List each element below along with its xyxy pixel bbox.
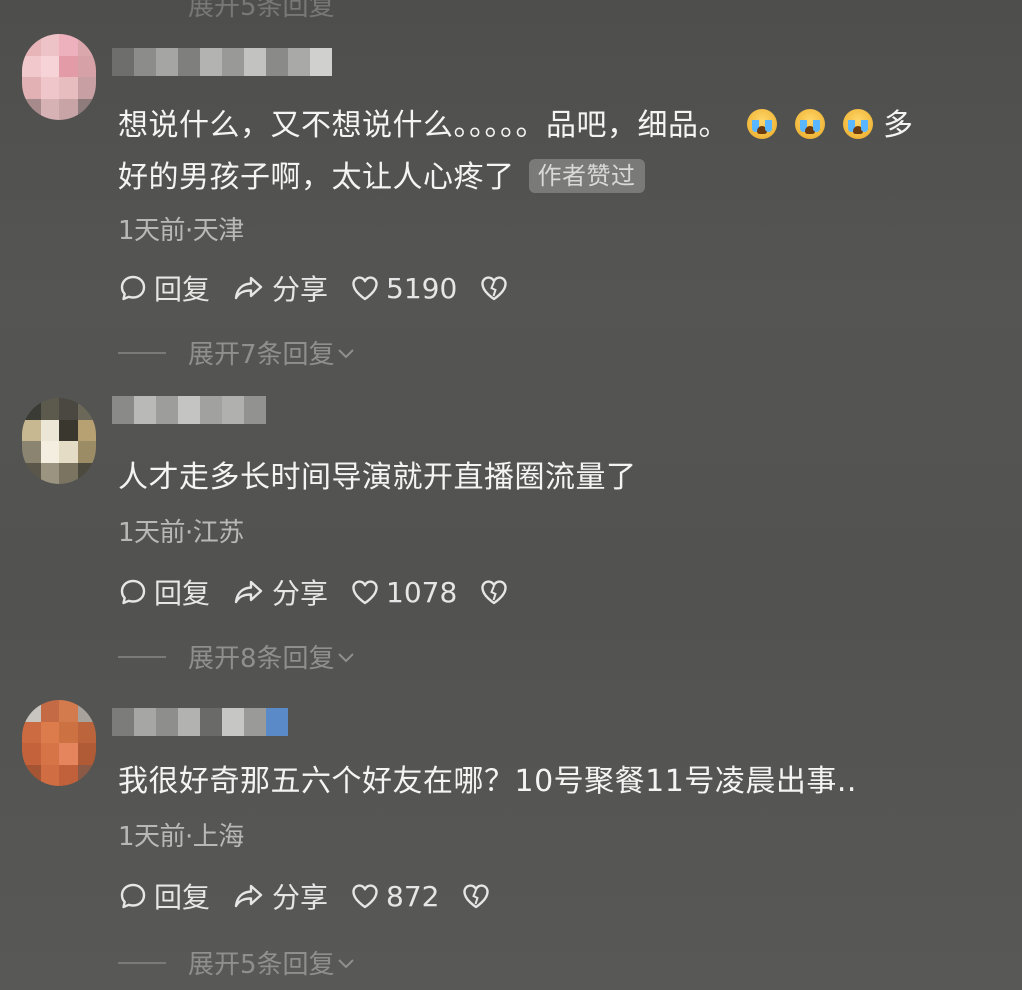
comment-text-line1: 我很好奇那五六个好友在哪？10号聚餐11号凌晨出事..: [118, 764, 857, 799]
username-blurred[interactable]: [112, 48, 332, 76]
like-count: 5190: [386, 271, 458, 305]
like-count: 1078: [386, 575, 458, 609]
share-label: 分享: [272, 881, 329, 914]
comment-meta: 1天前·天津: [118, 216, 244, 246]
expand-replies[interactable]: 展开8条回复: [118, 638, 357, 675]
expand-replies[interactable]: 展开7条回复: [118, 334, 357, 371]
crying-face-icon: [747, 109, 777, 139]
reply-button[interactable]: 回复: [118, 268, 210, 308]
broken-heart-icon: [463, 884, 490, 909]
divider-dash: [118, 961, 166, 964]
heart-icon: [352, 884, 378, 909]
share-button[interactable]: 分享: [232, 876, 328, 916]
avatar[interactable]: [22, 398, 96, 484]
chevron-down-icon: [337, 348, 354, 358]
author-liked-badge: 作者赞过: [528, 159, 645, 193]
comment-bubble-icon: [120, 883, 146, 909]
comment-meta: 1天前·江苏: [118, 518, 244, 548]
comment-meta: 1天前·上海: [118, 822, 244, 852]
comment-text-overflow: 多: [883, 108, 914, 143]
comment-text: 想说什么，又不想说什么。。。。。品吧，细品。 多 好的男孩子啊，太让人心疼了 作者赞…: [118, 100, 914, 204]
crying-face-icon: [843, 109, 873, 139]
like-button[interactable]: 1078: [350, 576, 457, 609]
avatar[interactable]: [22, 700, 96, 786]
reply-button[interactable]: 回复: [118, 572, 210, 612]
reply-label: 回复: [154, 881, 211, 914]
reply-label: 回复: [154, 577, 211, 610]
username-blurred[interactable]: [112, 396, 266, 424]
divider-dash: [118, 655, 166, 658]
comment-actions: 回复 分享 5190: [118, 268, 537, 308]
like-button[interactable]: 872: [350, 880, 439, 913]
expand-replies-label: 展开5条回复: [188, 950, 335, 980]
divider-dash: [118, 351, 166, 354]
comment-bubble-icon: [120, 579, 146, 605]
avatar[interactable]: [22, 34, 96, 120]
share-button[interactable]: 分享: [232, 268, 328, 308]
comment-actions: 回复 分享 1078: [118, 572, 537, 612]
comment-text: 人才走多长时间导演就开直播圈流量了: [118, 452, 637, 504]
chevron-down-icon: [337, 958, 354, 968]
comment-text-line1: 人才走多长时间导演就开直播圈流量了: [118, 460, 637, 495]
comment-text: 我很好奇那五六个好友在哪？10号聚餐11号凌晨出事..: [118, 756, 857, 808]
comment-text-line1: 想说什么，又不想说什么。。。。。品吧，细品。: [118, 108, 729, 143]
reply-label: 回复: [154, 273, 211, 306]
dislike-button[interactable]: [479, 577, 515, 607]
comment-text-line2: 好的男孩子啊，太让人心疼了: [118, 160, 515, 195]
comment-actions: 回复 分享 872: [118, 876, 519, 916]
share-arrow-icon: [234, 884, 263, 908]
like-button[interactable]: 5190: [350, 272, 457, 305]
expand-replies-label: 展开8条回复: [188, 644, 335, 674]
username-blurred[interactable]: [112, 708, 288, 736]
expand-replies[interactable]: 展开5条回复: [118, 944, 357, 981]
comment-bubble-icon: [120, 275, 146, 301]
dislike-button[interactable]: [461, 881, 497, 911]
broken-heart-icon: [481, 276, 507, 301]
chevron-down-icon: [337, 652, 354, 662]
reply-button[interactable]: 回复: [118, 876, 210, 916]
heart-icon: [352, 580, 378, 605]
share-arrow-icon: [234, 276, 263, 300]
share-label: 分享: [272, 577, 329, 610]
previous-expand-replies[interactable]: 展开5条回复: [188, 0, 335, 23]
share-label: 分享: [272, 273, 329, 306]
broken-heart-icon: [481, 580, 507, 605]
share-button[interactable]: 分享: [232, 572, 328, 612]
expand-replies-label: 展开7条回复: [188, 340, 335, 370]
crying-face-icon: [795, 109, 825, 139]
dislike-button[interactable]: [479, 273, 515, 303]
heart-icon: [352, 276, 378, 301]
like-count: 872: [386, 879, 440, 913]
share-arrow-icon: [234, 580, 263, 604]
